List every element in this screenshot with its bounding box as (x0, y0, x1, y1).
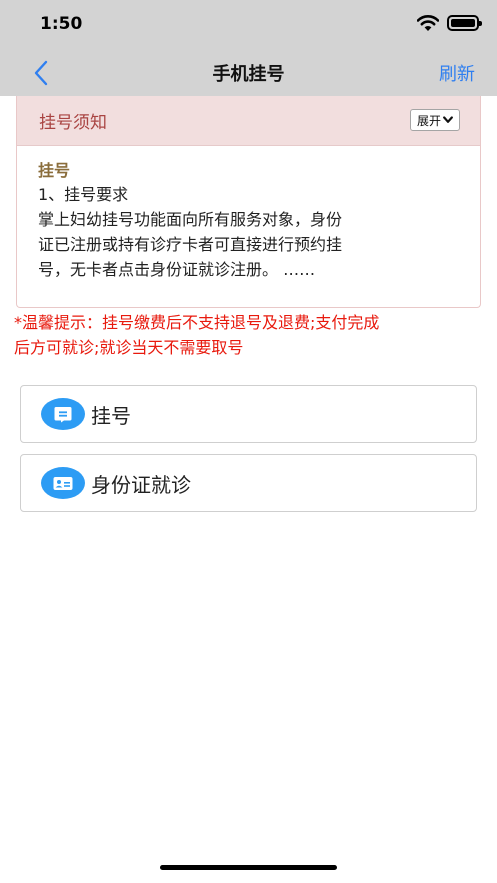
register-option[interactable]: 挂号 (20, 385, 477, 443)
status-time: 1:50 (40, 14, 83, 34)
notice-card: 挂号须知 展开 挂号 1、挂号要求 掌上妇幼挂号功能面向所有服务对象，身份 证已… (16, 96, 481, 308)
chevron-down-icon (443, 116, 453, 123)
id-card-icon (41, 467, 85, 499)
id-card-visit-option[interactable]: 身份证就诊 (20, 454, 477, 512)
notice-line: 掌上妇幼挂号功能面向所有服务对象，身份 (38, 210, 343, 229)
notice-line: 证已注册或持有诊疗卡者可直接进行预约挂 (38, 235, 343, 254)
notice-line: 1、挂号要求 (38, 185, 129, 204)
battery-icon (447, 15, 482, 31)
notice-header: 挂号须知 展开 (17, 96, 480, 146)
warm-tip: *温馨提示：挂号缴费后不支持退号及退费;支付完成 后方可就诊;就诊当天不需要取号 (14, 310, 494, 360)
page-title: 手机挂号 (212, 64, 285, 85)
expand-label: 展开 (416, 113, 441, 128)
warm-tip-line: 后方可就诊;就诊当天不需要取号 (14, 338, 244, 357)
register-option-label: 挂号 (91, 403, 131, 428)
notice-line: 号，无卡者点击身份证就诊注册。 …… (38, 260, 316, 279)
message-icon (41, 398, 85, 430)
wifi-icon (417, 15, 439, 31)
refresh-button[interactable]: 刷新 (439, 60, 475, 86)
expand-button[interactable]: 展开 (409, 109, 460, 131)
notice-body: 挂号 1、挂号要求 掌上妇幼挂号功能面向所有服务对象，身份 证已注册或持有诊疗卡… (17, 146, 480, 282)
notice-section-title: 挂号 (38, 161, 71, 180)
notice-title: 挂号须知 (39, 113, 107, 133)
top-bar: 1:50 手机挂号 刷新 (0, 0, 497, 96)
id-card-visit-option-label: 身份证就诊 (91, 472, 191, 497)
warm-tip-line: *温馨提示：挂号缴费后不支持退号及退费;支付完成 (14, 313, 380, 332)
home-indicator[interactable] (160, 865, 337, 870)
status-icons (417, 14, 482, 32)
